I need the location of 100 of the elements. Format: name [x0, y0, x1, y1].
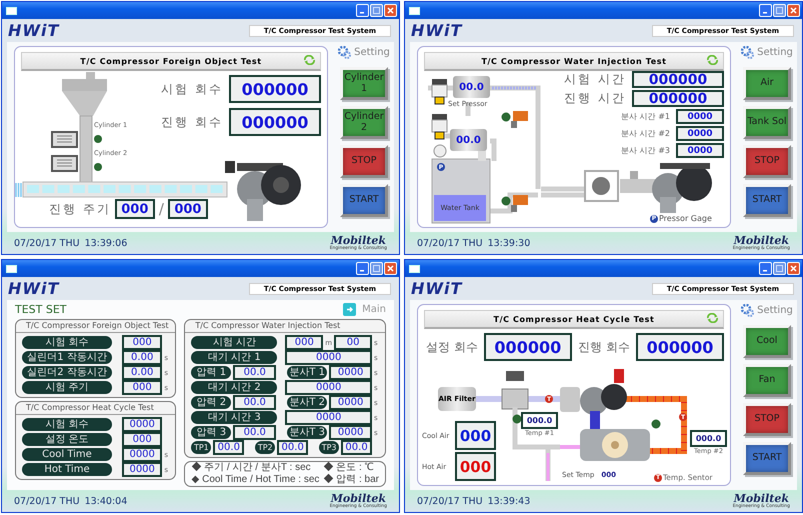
injection-label: 분사 시간 #1	[621, 111, 670, 122]
value-field[interactable]: 00.0	[233, 365, 276, 380]
field-label: 시험 회수	[22, 336, 112, 349]
counter-display: 000000	[632, 90, 724, 107]
action-button[interactable]: Cylinder 1	[340, 67, 388, 100]
separator: /	[158, 200, 164, 218]
refresh-icon[interactable]	[706, 55, 719, 65]
value-field[interactable]: 0000	[285, 350, 372, 365]
counter-label: 진행 시간	[564, 90, 626, 107]
maximize-button[interactable]	[370, 262, 383, 275]
temperature-display: 000.0	[690, 430, 727, 447]
close-button[interactable]	[787, 4, 800, 17]
counter-display: 000000	[632, 71, 724, 88]
settings-icon	[741, 46, 754, 59]
value-field[interactable]: 0000	[122, 417, 162, 432]
field-label: 실린더1 작동시간	[22, 351, 112, 364]
action-button[interactable]: Air	[743, 67, 791, 100]
value-field[interactable]: 0000	[329, 425, 372, 440]
legend-item: ◆ Cool Time / Hot Time : sec	[191, 474, 320, 486]
field-label: Hot Time	[22, 463, 112, 476]
field-label: Cool Time	[22, 448, 112, 461]
field-label: 설정 온도	[22, 433, 112, 446]
maximize-button[interactable]	[773, 4, 786, 17]
action-button[interactable]: Tank Sol	[743, 106, 791, 139]
value-field[interactable]: 0.00	[122, 350, 162, 365]
counter-display: 000000	[229, 108, 321, 136]
panel-title: T/C Compressor Water Injection Test	[481, 56, 667, 66]
field-label: 대기 시간 2	[191, 381, 278, 394]
close-button[interactable]	[787, 262, 800, 275]
value-field[interactable]: 0000	[122, 447, 162, 462]
action-button[interactable]: Cool	[743, 325, 791, 358]
counter-display: 000000	[484, 333, 572, 361]
value-field[interactable]: 0000	[329, 365, 372, 380]
temperature-display: 000.0	[521, 412, 558, 429]
time-label: 13:39:06	[84, 238, 128, 248]
injection-display: 0000	[676, 126, 724, 141]
minimize-button[interactable]	[356, 4, 369, 17]
pressure-display: 00.0	[450, 129, 487, 151]
value-field[interactable]: 00.0	[233, 425, 276, 440]
company-logo: HWiT	[8, 21, 60, 40]
close-icon	[790, 265, 797, 272]
minimize-button[interactable]	[759, 262, 772, 275]
field-label: 시험 회수	[22, 418, 112, 431]
value-field[interactable]: 0000	[329, 395, 372, 410]
time-label: 13:40:04	[84, 496, 128, 506]
minimize-button[interactable]	[356, 262, 369, 275]
value-field[interactable]: 000	[285, 335, 324, 350]
date-label: 07/20/17 THU	[14, 238, 80, 248]
cycle-label: 진행 주기	[49, 200, 111, 218]
value-field[interactable]: 0000	[285, 410, 372, 425]
cycle-current-display: 000	[114, 199, 155, 219]
field-label: 분사T 2	[287, 396, 328, 409]
value-field[interactable]: 00.0	[213, 440, 244, 455]
field-label: 시험 주기	[22, 381, 112, 394]
value-field[interactable]: 0000	[122, 462, 162, 477]
value-field[interactable]: 0.00	[122, 365, 162, 380]
value-field[interactable]: 00.0	[233, 395, 276, 410]
value-field[interactable]: 00.0	[341, 440, 372, 455]
value-field[interactable]: 0000	[285, 380, 372, 395]
action-button[interactable]: START	[340, 184, 388, 217]
minimize-button[interactable]	[759, 4, 772, 17]
chute-drawing	[80, 116, 92, 182]
group-title: T/C Compressor Foreign Object Test	[16, 320, 176, 333]
legend-item: ◆ 온도 : ℃	[323, 462, 375, 474]
value-field[interactable]: 000	[122, 380, 162, 395]
page-title: TEST SET	[15, 303, 67, 316]
time-label: 13:39:30	[488, 238, 530, 248]
action-button[interactable]: START	[743, 184, 791, 217]
value-field[interactable]: 000	[122, 432, 162, 447]
field-label: 대기 시간 3	[191, 411, 278, 424]
action-button[interactable]: Cylinder 2	[340, 106, 388, 139]
company-logo: HWiT	[411, 21, 462, 40]
cycle-total-display: 000	[168, 199, 208, 219]
air-temperature-value: 000	[460, 426, 492, 444]
cylinder-drawing	[51, 155, 78, 172]
close-button[interactable]	[384, 4, 397, 17]
injection-label: 분사 시간 #2	[621, 128, 670, 139]
field-label: 실린더2 작동시간	[22, 366, 112, 379]
close-icon	[790, 7, 797, 14]
maximize-icon	[373, 7, 380, 14]
value-field[interactable]: 000	[122, 335, 162, 350]
field-label: 압력 1	[191, 366, 232, 379]
close-icon	[387, 265, 394, 272]
refresh-icon[interactable]	[706, 313, 719, 323]
field-label: 압력 3	[191, 426, 232, 439]
action-button[interactable]: START	[743, 442, 791, 475]
maximize-button[interactable]	[773, 262, 786, 275]
refresh-icon[interactable]	[303, 55, 316, 65]
value-field[interactable]: 00.0	[277, 440, 308, 455]
close-icon	[387, 7, 394, 14]
action-button[interactable]: Fan	[743, 364, 791, 397]
close-button[interactable]	[384, 262, 397, 275]
maximize-button[interactable]	[370, 4, 383, 17]
settings-icon	[338, 46, 352, 59]
value-field[interactable]: 00	[334, 335, 372, 350]
panel-title: T/C Compressor Heat Cycle Test	[494, 314, 654, 324]
counter-label: 시험 회수	[161, 80, 223, 98]
field-label: 시험 시간	[191, 336, 278, 349]
panel-title: T/C Compressor Foreign Object Test	[80, 56, 262, 66]
field-label: 분사T 3	[287, 426, 328, 439]
